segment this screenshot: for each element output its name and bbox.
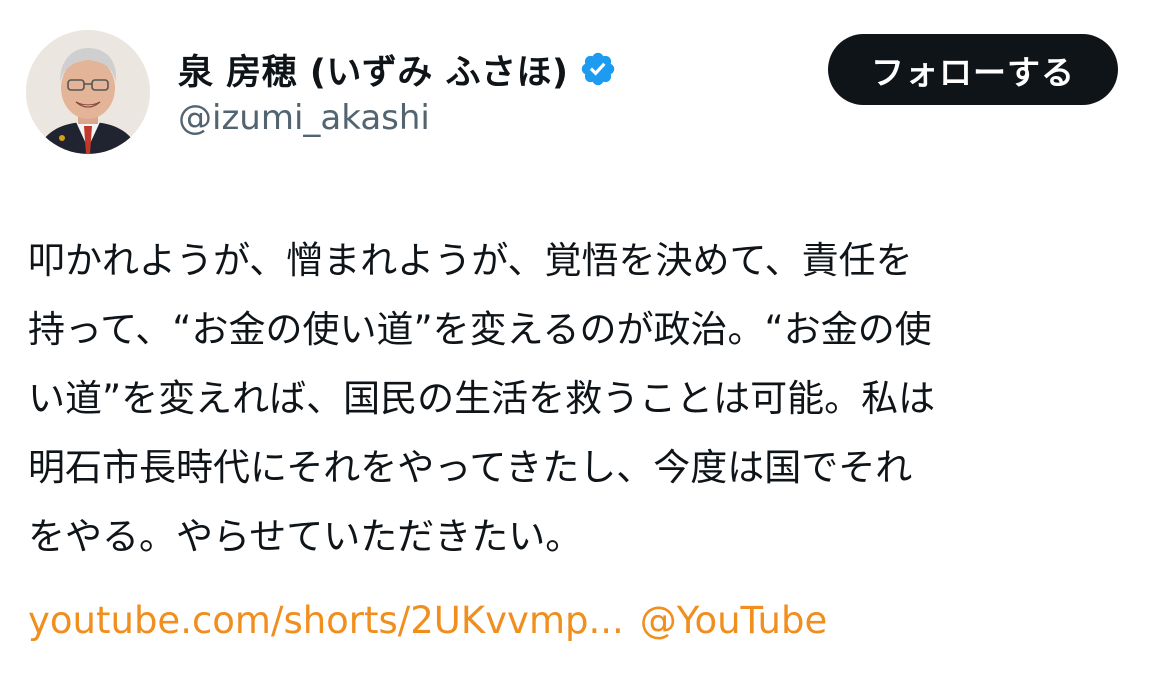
tweet-text-line: い道”を変えれば、国民の生活を救うことは可能。私は — [28, 377, 936, 420]
follow-button[interactable]: フォローする — [828, 34, 1118, 105]
avatar[interactable] — [26, 30, 150, 154]
verified-checkmark-icon — [579, 50, 617, 88]
tweet-card: 泉 房穂 (いずみ ふさほ) @izumi_akashi フォローする 叩かれよ… — [0, 0, 1149, 678]
youtube-link[interactable]: youtube.com/shorts/2UKvvmp... — [28, 599, 624, 642]
tweet-text-line: をやる。やらせていただきたい。 — [28, 515, 583, 558]
author-display-name[interactable]: 泉 房穂 (いずみ ふさほ) — [178, 44, 569, 95]
tweet-text-line: 明石市長時代にそれをやってきたし、今度は国でそれ — [28, 446, 913, 489]
tweet-text-line: 持って、“お金の使い道”を変えるのが政治。“お金の使 — [28, 308, 932, 351]
tweet-link-row: youtube.com/shorts/2UKvvmp... @YouTube — [28, 586, 827, 655]
author-handle[interactable]: @izumi_akashi — [178, 98, 430, 138]
author-name-row[interactable]: 泉 房穂 (いずみ ふさほ) — [178, 44, 617, 94]
tweet-text-line: 叩かれようが、憎まれようが、覚悟を決めて、責任を — [28, 239, 913, 282]
youtube-mention-link[interactable]: @YouTube — [640, 599, 827, 642]
tweet-text: 叩かれようが、憎まれようが、覚悟を決めて、責任を 持って、“お金の使い道”を変え… — [28, 226, 1128, 571]
avatar-photo — [26, 30, 150, 154]
